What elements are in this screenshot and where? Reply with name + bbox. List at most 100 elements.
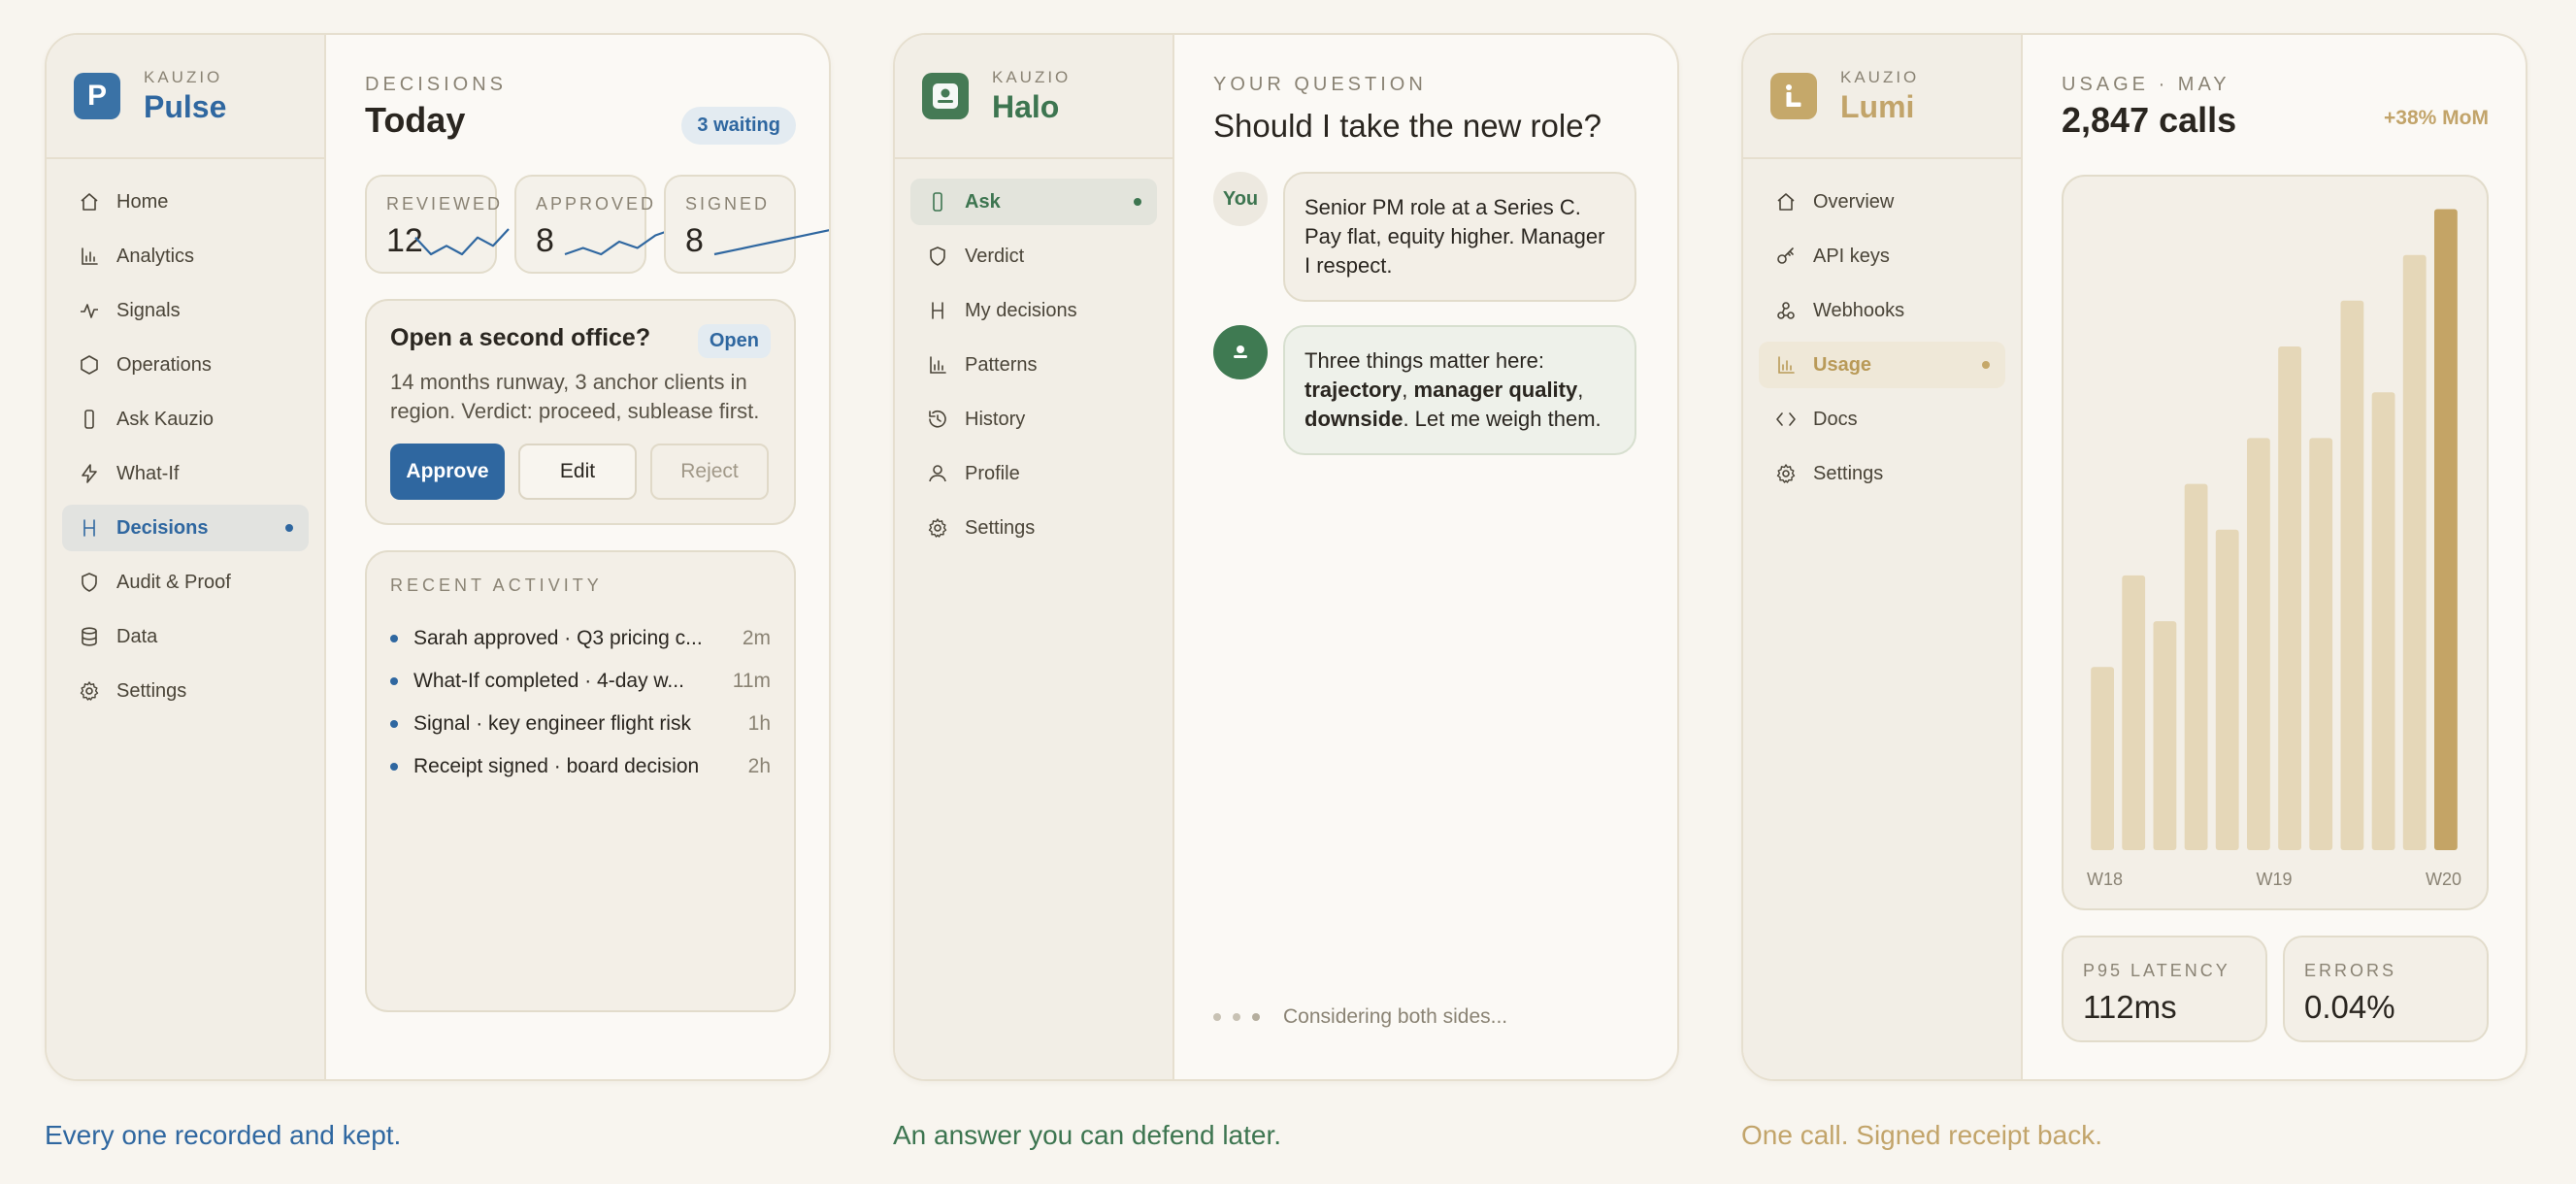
- usage-bar[interactable]: [2371, 392, 2395, 850]
- sidebar-item-my-decisions[interactable]: My decisions: [910, 287, 1157, 334]
- usage-bar[interactable]: [2122, 575, 2146, 850]
- activity-text: Signal · key engineer flight risk: [413, 712, 691, 735]
- latency-label: P95 LATENCY: [2083, 961, 2230, 980]
- sidebar-item-label: Data: [116, 625, 158, 647]
- errors-card: ERRORS 0.04%: [2283, 936, 2489, 1042]
- sidebar-item-settings[interactable]: Settings: [1759, 450, 2005, 497]
- halo-person-icon: [933, 83, 958, 109]
- pulse-panel: P KAUZIO Pulse Home Analytics Signals Opera…: [45, 33, 831, 1081]
- halo-main: YOUR QUESTION Should I take the new role…: [1174, 35, 1677, 1079]
- sidebar-item-usage[interactable]: Usage: [1759, 342, 2005, 388]
- product-name: Halo: [992, 88, 1060, 124]
- stat-card-signed[interactable]: SIGNED 8: [664, 175, 829, 274]
- sparkline: [564, 227, 675, 256]
- lumi-sidebar: KAUZIO Lumi Overview API keys Webhooks Usag…: [1743, 35, 2023, 1079]
- shield-icon: [926, 245, 949, 268]
- activity-item[interactable]: Sarah approved · Q3 pricing c... 2m: [390, 617, 771, 660]
- sidebar-item-docs[interactable]: Docs: [1759, 396, 2005, 443]
- bar-chart-icon: [78, 245, 101, 268]
- code-icon: [1774, 408, 1798, 431]
- sidebar-item-label: What-If: [116, 462, 180, 484]
- sidebar-item-history[interactable]: History: [910, 396, 1157, 443]
- activity-text: Receipt signed · board decision: [413, 755, 700, 777]
- sparkline-path: [713, 229, 829, 256]
- sidebar-item-decisions[interactable]: Decisions: [62, 505, 309, 551]
- sidebar-item-label: History: [965, 408, 1026, 430]
- activity-item[interactable]: Receipt signed · board decision 2h: [390, 745, 771, 788]
- gear-icon: [78, 679, 101, 703]
- active-indicator: [1982, 361, 1990, 369]
- sidebar-item-operations[interactable]: Operations: [62, 342, 309, 388]
- edit-button[interactable]: Edit: [518, 444, 637, 500]
- usage-bar[interactable]: [2091, 667, 2114, 850]
- key-icon: [1774, 245, 1798, 268]
- sidebar-item-label: Usage: [1813, 353, 1872, 376]
- usage-bar[interactable]: [2340, 300, 2364, 850]
- sidebar-item-ask-kauzio[interactable]: Ask Kauzio: [62, 396, 309, 443]
- usage-bar[interactable]: [2184, 483, 2208, 850]
- brand-eyebrow: KAUZIO: [144, 67, 223, 86]
- sidebar-item-label: Settings: [1813, 462, 1884, 484]
- sidebar-item-patterns[interactable]: Patterns: [910, 342, 1157, 388]
- sidebar-item-webhooks[interactable]: Webhooks: [1759, 287, 2005, 334]
- waiting-badge[interactable]: 3 waiting: [681, 107, 796, 145]
- stat-label: REVIEWED: [386, 194, 504, 214]
- user-message: Senior PM role at a Series C. Pay flat, …: [1283, 172, 1636, 302]
- usage-bar[interactable]: [2247, 438, 2270, 850]
- ai-message-row: Three things matter here: trajectory, ma…: [1213, 325, 1638, 455]
- usage-bar[interactable]: [2309, 438, 2333, 850]
- sidebar-item-verdict[interactable]: Verdict: [910, 233, 1157, 280]
- reject-button[interactable]: Reject: [650, 444, 769, 500]
- pulse-nav: Home Analytics Signals Operations Ask Kauzio…: [47, 159, 324, 714]
- lumi-nav: Overview API keys Webhooks Usage Docs Setting…: [1743, 159, 2021, 497]
- sidebar-item-settings[interactable]: Settings: [62, 668, 309, 714]
- home-icon: [78, 190, 101, 214]
- approve-button[interactable]: Approve: [390, 444, 505, 500]
- activity-dot: [390, 635, 398, 642]
- stat-cards: REVIEWED 12 APPROVED 8 SIGNED 8: [365, 175, 829, 274]
- activity-item[interactable]: Signal · key engineer flight risk 1h: [390, 703, 771, 745]
- decision-card[interactable]: Open a second office? Open 14 months run…: [365, 299, 796, 525]
- usage-chart: W18 W19 W20: [2062, 175, 2489, 910]
- usage-bar-chart: W18 W19 W20: [2087, 209, 2461, 889]
- activity-time: 11m: [732, 670, 771, 692]
- database-icon: [78, 625, 101, 648]
- sidebar-item-api-keys[interactable]: API keys: [1759, 233, 2005, 280]
- latency-card: P95 LATENCY 112ms: [2062, 936, 2267, 1042]
- usage-bar[interactable]: [2153, 621, 2177, 850]
- active-indicator: [285, 524, 293, 532]
- sidebar-item-label: Settings: [116, 679, 187, 702]
- sidebar-item-analytics[interactable]: Analytics: [62, 233, 309, 280]
- usage-bar[interactable]: [2215, 529, 2239, 850]
- sidebar-item-audit-proof[interactable]: Audit & Proof: [62, 559, 309, 606]
- sidebar-item-settings[interactable]: Settings: [910, 505, 1157, 551]
- sidebar-item-profile[interactable]: Profile: [910, 450, 1157, 497]
- user-avatar: You: [1213, 172, 1268, 226]
- usage-bar[interactable]: [2278, 346, 2301, 850]
- lumi-caption: One call. Signed receipt back.: [1741, 1120, 2102, 1150]
- sidebar-item-what-if[interactable]: What-If: [62, 450, 309, 497]
- lumi-main: USAGE · MAY 2,847 calls +38% MoM W18 W19 W…: [2023, 35, 2526, 1079]
- stat-card-approved[interactable]: APPROVED 8: [514, 175, 675, 274]
- product-name: Pulse: [144, 88, 227, 124]
- sidebar-item-data[interactable]: Data: [62, 613, 309, 660]
- lumi-panel: KAUZIO Lumi Overview API keys Webhooks Usag…: [1741, 33, 2527, 1081]
- errors-label: ERRORS: [2304, 961, 2397, 980]
- activity-dot: [390, 677, 398, 685]
- activity-item[interactable]: What-If completed · 4-day w... 11m: [390, 660, 771, 703]
- gear-icon: [1774, 462, 1798, 485]
- stat-label: APPROVED: [536, 194, 657, 214]
- usage-bar[interactable]: [2402, 254, 2427, 850]
- halo-panel: KAUZIO Halo Ask Verdict My decisions Patter…: [893, 33, 1679, 1081]
- stat-card-reviewed[interactable]: REVIEWED 12: [365, 175, 510, 274]
- sidebar-item-overview[interactable]: Overview: [1759, 179, 2005, 225]
- sidebar-item-label: API keys: [1813, 245, 1890, 267]
- halo-sidebar: KAUZIO Halo Ask Verdict My decisions Patter…: [895, 35, 1174, 1079]
- sidebar-item-ask[interactable]: Ask: [910, 179, 1157, 225]
- usage-bar[interactable]: [2434, 209, 2458, 851]
- sidebar-item-home[interactable]: Home: [62, 179, 309, 225]
- lumi-logo: [1770, 73, 1817, 119]
- sidebar-item-signals[interactable]: Signals: [62, 287, 309, 334]
- activity-title: RECENT ACTIVITY: [390, 576, 603, 595]
- active-indicator: [1134, 198, 1141, 206]
